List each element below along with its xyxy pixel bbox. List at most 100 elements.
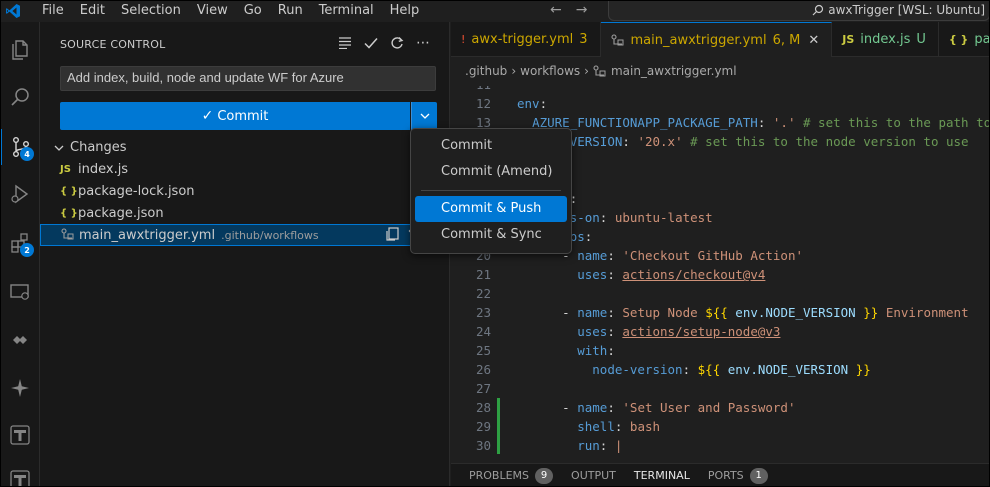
menu-selection[interactable]: Selection	[113, 1, 189, 21]
yaml-file-icon	[61, 227, 79, 243]
open-file-icon[interactable]	[386, 227, 400, 245]
file-path: .github/workflows	[221, 228, 319, 242]
chevron-right-icon: ›	[584, 64, 589, 78]
commit-options-menu: Commit Commit (Amend) Commit & Push Comm…	[410, 128, 572, 254]
breadcrumb-item[interactable]: workflows	[520, 64, 580, 78]
command-center-label: awxTrigger [WSL: Ubuntu]	[828, 3, 985, 17]
tab-label: awx-trigger.yml	[471, 32, 574, 47]
editor-tabs: ! awx-trigger.yml 3 main_awxtrigger.yml …	[451, 22, 990, 57]
code-line: 12 env:	[475, 96, 548, 111]
commit-check-icon[interactable]	[363, 35, 379, 51]
tab-status: 3	[579, 32, 588, 47]
menu-edit[interactable]: Edit	[72, 1, 113, 21]
terraform-cloud-icon[interactable]	[0, 462, 40, 487]
menu-terminal[interactable]: Terminal	[311, 1, 382, 21]
tab-terminal[interactable]: TERMINAL	[633, 464, 690, 487]
file-name: main_awxtrigger.yml	[79, 227, 216, 243]
menu-run[interactable]: Run	[270, 1, 311, 21]
search-icon	[812, 4, 824, 16]
tab-label: pac	[974, 32, 990, 47]
javascript-file-icon: JS	[842, 33, 855, 46]
code-line: 24 uses: actions/setup-node@v3	[475, 324, 781, 339]
menu-view[interactable]: View	[189, 1, 236, 21]
menu-go[interactable]: Go	[236, 1, 270, 21]
menu-item-commit-push[interactable]: Commit & Push	[415, 196, 567, 222]
yaml-file-icon	[610, 34, 623, 46]
view-as-list-icon[interactable]	[337, 35, 353, 51]
json-file-icon: { }	[948, 33, 969, 46]
run-debug-icon[interactable]	[0, 176, 40, 212]
tab-ports[interactable]: PORTS 1	[708, 464, 768, 487]
menu-item-commit-sync[interactable]: Commit & Sync	[415, 222, 567, 248]
json-file-icon: { }	[60, 207, 78, 219]
tab-label: PORTS	[707, 469, 744, 482]
tab-package[interactable]: { } pac	[939, 22, 990, 57]
sidebar-title: SOURCE CONTROL	[60, 38, 166, 51]
tab-label: main_awxtrigger.yml	[630, 32, 767, 48]
tab-awx-trigger[interactable]: ! awx-trigger.yml 3	[451, 22, 601, 57]
javascript-file-icon: JS	[60, 163, 71, 175]
yaml-file-icon	[593, 65, 606, 77]
menu-item-commit[interactable]: Commit	[415, 133, 567, 159]
changed-file-row-selected[interactable]: main_awxtrigger.yml .github/workflows	[40, 224, 449, 246]
explorer-icon[interactable]	[0, 32, 40, 68]
search-sidebar-icon[interactable]	[0, 80, 40, 116]
tab-problems[interactable]: PROBLEMS 9	[469, 464, 554, 487]
tab-label: index.js	[860, 32, 911, 47]
changed-file-row[interactable]: JS index.js	[40, 158, 449, 180]
breadcrumb: .github › workflows › main_awxtrigger.ym…	[465, 64, 737, 78]
code-line: 26 node-version: ${{ env.NODE_VERSION }}	[475, 362, 871, 377]
azure-icon[interactable]	[0, 322, 40, 358]
tab-label: OUTPUT	[571, 469, 616, 482]
menu-help[interactable]: Help	[382, 1, 428, 21]
menu-bar: File Edit Selection View Go Run Terminal…	[34, 1, 427, 21]
changed-file-row[interactable]: { } package-lock.json	[40, 180, 449, 202]
copilot-sparkle-icon[interactable]	[0, 370, 40, 406]
menu-divider	[421, 190, 561, 191]
breadcrumb-item[interactable]: main_awxtrigger.yml	[611, 64, 737, 78]
extensions-icon[interactable]: 2	[0, 225, 40, 261]
tab-index-js[interactable]: JS index.js U	[832, 22, 939, 57]
yaml-warning-icon: !	[461, 33, 466, 46]
remote-explorer-icon[interactable]	[0, 274, 40, 310]
breadcrumb-item[interactable]: .github	[465, 64, 507, 78]
file-name: index.js	[78, 161, 129, 177]
activity-bar: 4 2	[0, 22, 40, 487]
close-tab-icon[interactable]: ✕	[808, 33, 819, 48]
tab-output[interactable]: OUTPUT	[571, 464, 616, 487]
changes-group-header[interactable]: Changes	[54, 140, 127, 155]
code-line: 11	[451, 86, 990, 94]
tab-main-awxtrigger[interactable]: main_awxtrigger.yml 6, M ✕	[600, 22, 833, 57]
menu-file[interactable]: File	[34, 1, 72, 21]
panel-tabs: PROBLEMS 9 OUTPUT TERMINAL PORTS 1	[451, 463, 990, 487]
code-line: 27	[475, 381, 491, 396]
commit-button[interactable]: ✓ Commit	[60, 102, 410, 130]
title-bar: File Edit Selection View Go Run Terminal…	[0, 0, 990, 22]
changed-file-row[interactable]: { } package.json	[40, 202, 449, 224]
editor-area: ! awx-trigger.yml 3 main_awxtrigger.yml …	[451, 22, 990, 487]
chevron-down-icon	[420, 113, 429, 119]
refresh-icon[interactable]	[389, 35, 405, 51]
code-line: 25 with:	[475, 343, 615, 358]
back-arrow-icon[interactable]: ←	[550, 2, 562, 18]
commit-message-input[interactable]: Add index, build, node and update WF for…	[60, 66, 436, 91]
extensions-badge: 2	[20, 243, 34, 257]
nav-arrows: ← →	[550, 0, 587, 20]
commit-button-label: Commit	[217, 108, 269, 124]
check-icon: ✓	[201, 108, 214, 124]
source-control-badge: 4	[20, 147, 34, 161]
terraform-icon[interactable]	[0, 417, 40, 453]
source-control-icon[interactable]: 4	[0, 129, 40, 165]
file-name: package.json	[78, 205, 164, 221]
commit-dropdown-button[interactable]	[411, 102, 437, 130]
code-line: 28 - name: 'Set User and Password'	[475, 398, 796, 417]
code-line: 22	[475, 286, 491, 301]
ports-badge: 1	[749, 467, 768, 484]
more-actions-icon[interactable]: ⋯	[415, 35, 431, 51]
forward-arrow-icon[interactable]: →	[576, 2, 588, 18]
tab-label: PROBLEMS	[469, 469, 530, 482]
code-line: 21 uses: actions/checkout@v4	[475, 267, 766, 282]
command-center[interactable]: awxTrigger [WSL: Ubuntu]	[608, 0, 990, 21]
chevron-right-icon: ›	[511, 64, 517, 78]
menu-item-commit-amend[interactable]: Commit (Amend)	[415, 159, 567, 185]
